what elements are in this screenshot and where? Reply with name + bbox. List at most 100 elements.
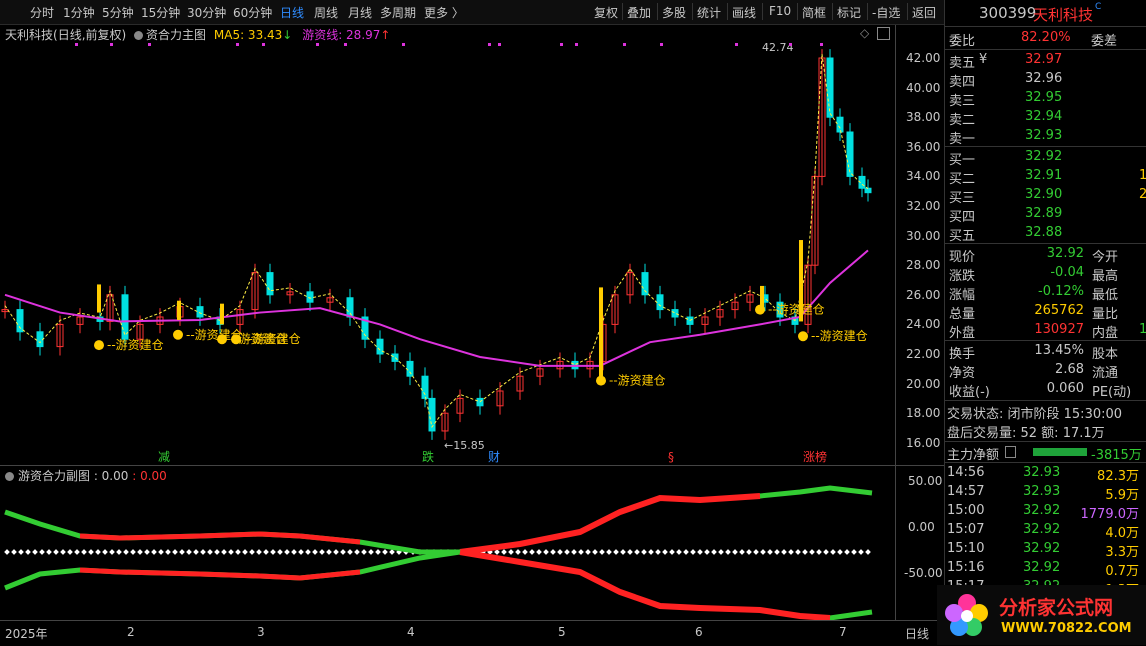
- date-label: 2: [127, 625, 135, 639]
- zero-marker: [11, 549, 17, 555]
- tab-multi-period[interactable]: 多周期: [380, 4, 416, 21]
- stat-row: 涨跌 -0.04 最高: [945, 264, 1146, 284]
- event-marker: 跌: [422, 449, 434, 464]
- tab-1min[interactable]: 1分钟: [63, 4, 95, 21]
- sub-tick: 0.00: [908, 520, 935, 534]
- bid-row[interactable]: 买二 32.91 1: [945, 167, 1146, 187]
- money-bag-icon: [231, 334, 241, 345]
- sub-indicator-name[interactable]: 游资合力副图 : 0.00: [18, 469, 128, 483]
- ask-row[interactable]: 卖三 32.95: [945, 89, 1146, 109]
- indicator-settings-icon[interactable]: [134, 31, 144, 40]
- stats-button[interactable]: 统计: [697, 4, 721, 21]
- fuquan-button[interactable]: 复权: [594, 4, 618, 21]
- fund-label-2: 股本: [1092, 347, 1119, 362]
- tab-30min[interactable]: 30分钟: [187, 4, 226, 21]
- mark-button[interactable]: 标记: [837, 4, 861, 21]
- ask-price: 32.97: [1025, 52, 1063, 67]
- zero-marker: [382, 549, 388, 555]
- price-tick: 32.00: [906, 199, 941, 213]
- candle-body: [671, 309, 679, 318]
- zero-marker: [634, 549, 640, 555]
- candle-body: [306, 291, 314, 303]
- price-tick: 26.00: [906, 287, 941, 302]
- zero-marker: [277, 549, 283, 555]
- period-label[interactable]: 日线: [905, 625, 929, 642]
- date-label: 3: [257, 625, 265, 639]
- zero-marker: [235, 549, 241, 555]
- sub-settings-icon[interactable]: [5, 472, 14, 481]
- main-chart[interactable]: --游资建仓 --游资建仓 --游资建仓 --游资建仓 --游资建仓 --游资建仓 --游资…: [0, 25, 944, 465]
- signal-dot: [623, 43, 626, 46]
- candle-body: [864, 187, 872, 194]
- zero-marker: [74, 549, 80, 555]
- ask-price: 32.93: [1025, 128, 1063, 143]
- bid-row[interactable]: 买四 32.89: [945, 205, 1146, 225]
- tab-monthly[interactable]: 月线: [348, 4, 372, 21]
- zero-marker: [221, 549, 227, 555]
- zero-marker: [683, 549, 689, 555]
- main-flow-icon[interactable]: [1005, 446, 1016, 458]
- fund-value: 0.060: [1046, 381, 1084, 396]
- watchlist-button[interactable]: -自选: [872, 4, 900, 21]
- tab-5min[interactable]: 5分钟: [102, 4, 134, 21]
- weibi-label: 委比: [949, 34, 976, 49]
- tab-daily[interactable]: 日线: [280, 4, 304, 21]
- zero-marker: [123, 549, 129, 555]
- tick-row: 15:10 32.92 3.3万: [945, 540, 1146, 560]
- zero-marker: [676, 549, 682, 555]
- zero-marker: [578, 549, 584, 555]
- tab-more[interactable]: 更多 〉: [424, 4, 464, 21]
- bid-row[interactable]: 买三 32.90 2: [945, 186, 1146, 206]
- fund-label: 收益(-): [949, 385, 990, 400]
- tick-volume: 1779.0万: [1080, 507, 1140, 522]
- stat-row: 外盘 130927 内盘 1: [945, 321, 1146, 341]
- signal-label: --游资建仓: [609, 374, 666, 388]
- zero-marker: [690, 549, 696, 555]
- candle-body: [836, 116, 844, 133]
- tab-fenshi[interactable]: 分时: [30, 4, 54, 21]
- tab-15min[interactable]: 15分钟: [141, 4, 180, 21]
- draw-line-button[interactable]: 画线: [732, 4, 756, 21]
- zero-marker: [592, 549, 598, 555]
- simple-frame-button[interactable]: 简框: [802, 4, 826, 21]
- kline-canvas[interactable]: --游资建仓--游资建仓--游资建仓--游资建仓--游资建仓--游资建仓--游资…: [0, 25, 895, 465]
- zero-marker: [39, 549, 45, 555]
- zero-marker: [550, 549, 556, 555]
- multi-stock-button[interactable]: 多股: [662, 4, 686, 21]
- zero-marker: [620, 549, 626, 555]
- tick-row: 15:07 32.92 4.0万: [945, 521, 1146, 541]
- zero-marker: [214, 549, 220, 555]
- tab-60min[interactable]: 60分钟: [233, 4, 272, 21]
- overlay-button[interactable]: 叠加: [627, 4, 651, 21]
- diamond-icon[interactable]: ◇: [860, 26, 869, 40]
- back-button[interactable]: 返回: [912, 4, 936, 21]
- price-tick: 16.00: [906, 435, 941, 450]
- price-tick: 20.00: [906, 376, 941, 391]
- stat-label: 现价: [949, 250, 976, 265]
- zero-marker: [263, 549, 269, 555]
- window-restore-icon[interactable]: [877, 27, 890, 40]
- sub-canvas[interactable]: [0, 466, 895, 621]
- ask-price: 32.94: [1025, 109, 1063, 124]
- tab-weekly[interactable]: 周线: [314, 4, 338, 21]
- signal-dot: [344, 43, 347, 46]
- ask-row[interactable]: 卖一 32.93: [945, 127, 1146, 147]
- price-tick: 18.00: [906, 406, 941, 421]
- f10-button[interactable]: F10: [769, 4, 791, 18]
- zero-marker: [291, 549, 297, 555]
- zero-marker: [599, 549, 605, 555]
- bid-row[interactable]: 买五 32.88: [945, 224, 1146, 244]
- ask-row[interactable]: 卖二 32.94: [945, 108, 1146, 128]
- indicator-name[interactable]: 资合力主图: [146, 28, 206, 42]
- signal-dot: [575, 43, 578, 46]
- zero-marker: [270, 549, 276, 555]
- fund-row: 收益(-) 0.060 PE(动): [945, 380, 1146, 400]
- zero-marker: [130, 549, 136, 555]
- bid-row[interactable]: 买一 32.92: [945, 148, 1146, 168]
- zero-marker: [543, 549, 549, 555]
- bid-volume: 1: [1139, 168, 1146, 183]
- zero-marker: [60, 549, 66, 555]
- ask-row[interactable]: 卖四 32.96: [945, 70, 1146, 90]
- ask-row[interactable]: 卖五 ¥ 32.97: [945, 51, 1146, 71]
- sub-chart[interactable]: 游资合力副图 : 0.00 : 0.00: [0, 465, 944, 621]
